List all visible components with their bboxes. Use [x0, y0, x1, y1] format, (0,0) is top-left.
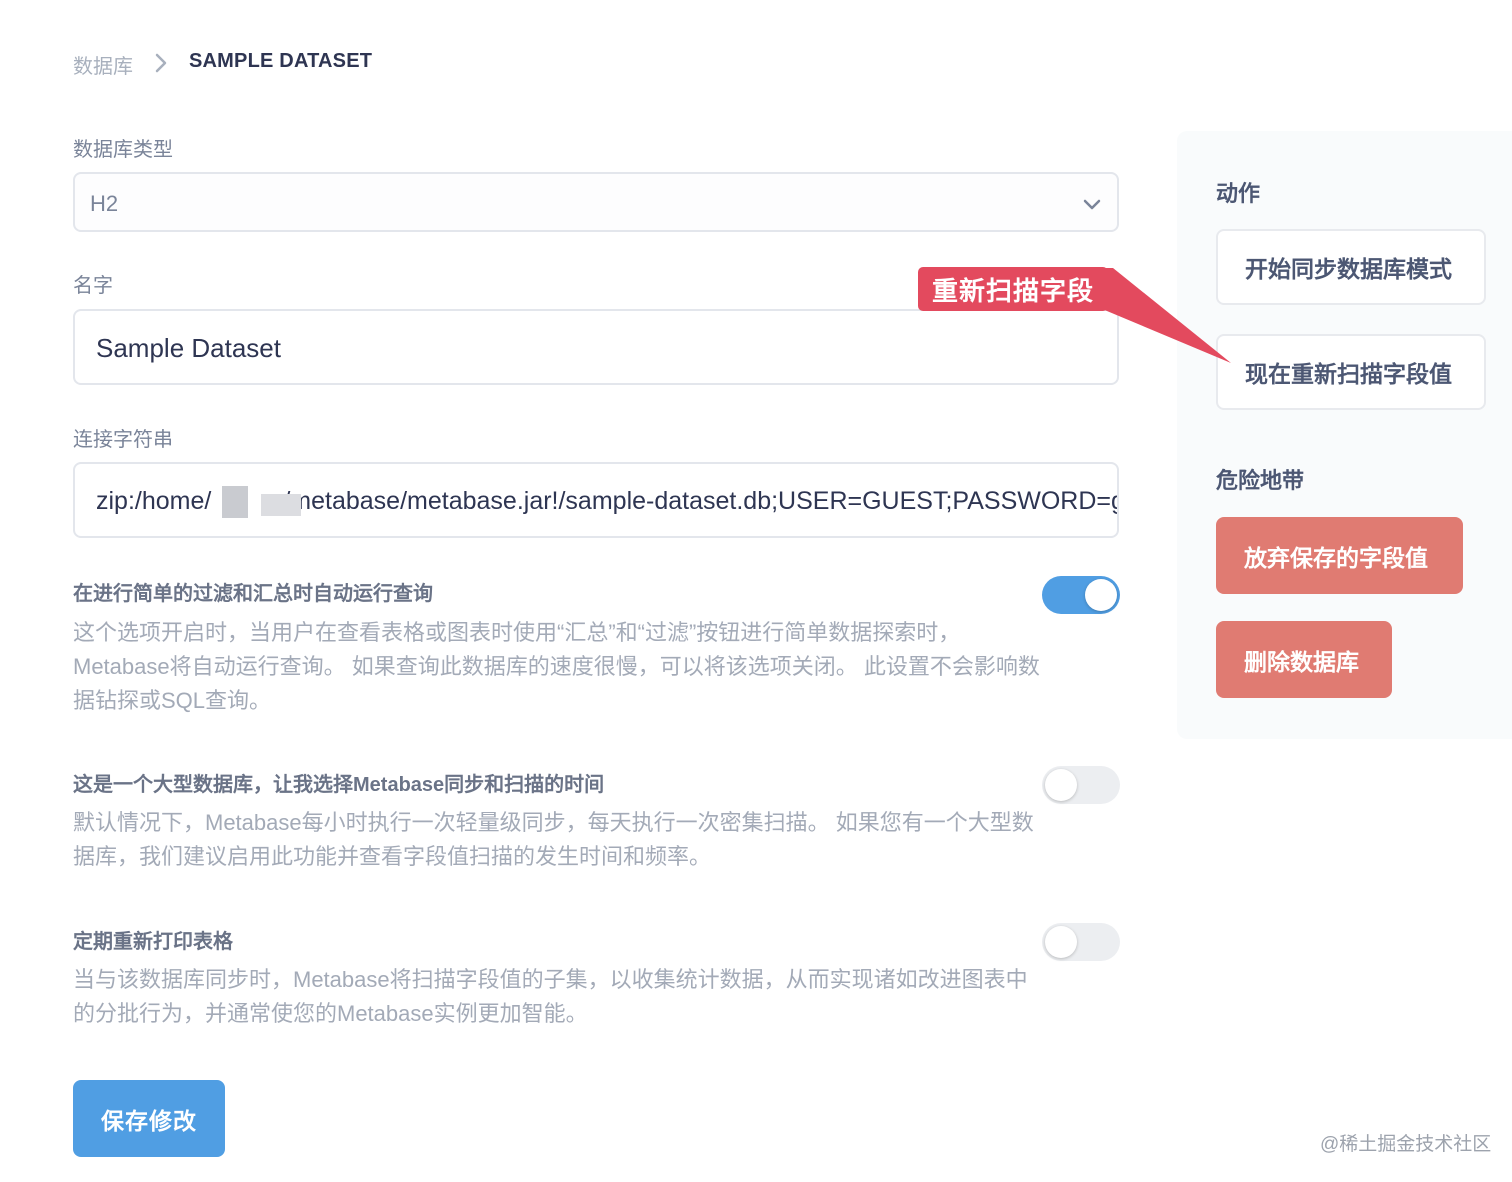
chevron-down-icon — [1083, 199, 1101, 210]
connection-string-label: 连接字符串 — [73, 429, 173, 451]
auto-run-queries-title: 在进行简单的过滤和汇总时自动运行查询 — [73, 583, 433, 605]
name-input[interactable]: Sample Dataset — [73, 309, 1119, 385]
annotation-arrow — [1095, 268, 1231, 363]
db-type-value: H2 — [90, 191, 119, 216]
rescan-tables-toggle[interactable] — [1042, 923, 1120, 961]
discard-field-values-button[interactable]: 放弃保存的字段值 — [1216, 517, 1463, 594]
save-changes-button[interactable]: 保存修改 — [73, 1080, 225, 1157]
annotation-label: 重新扫描字段 — [918, 267, 1109, 311]
danger-zone-title: 危险地带 — [1216, 468, 1305, 493]
name-label: 名字 — [73, 275, 113, 297]
chevron-right-icon — [155, 53, 167, 73]
breadcrumb-current: SAMPLE DATASET — [189, 50, 373, 72]
actions-title: 动作 — [1216, 181, 1261, 206]
rescan-tables-title: 定期重新打印表格 — [73, 931, 233, 953]
auto-run-queries-description: 这个选项开启时，当用户在查看表格或图表时使用“汇总”和“过滤”按钮进行简单数据探… — [73, 620, 1040, 713]
rescan-field-values-button[interactable]: 现在重新扫描字段值 — [1216, 334, 1486, 410]
connection-string-value: zip:/home//metabase/metabase.jar!/sample… — [96, 487, 1119, 515]
auto-run-queries-toggle[interactable] — [1042, 576, 1120, 614]
toggle-knob — [1045, 926, 1077, 958]
redacted-blur — [261, 494, 301, 516]
large-db-schedule-title: 这是一个大型数据库，让我选择Metabase同步和扫描的时间 — [73, 774, 605, 796]
toggle-knob — [1085, 579, 1117, 611]
large-db-schedule-description: 默认情况下，Metabase每小时执行一次轻量级同步，每天执行一次密集扫描。 如… — [73, 810, 1034, 869]
name-value: Sample Dataset — [96, 333, 281, 363]
watermark: @稀土掘金技术社区 — [1320, 1134, 1492, 1155]
db-type-label: 数据库类型 — [73, 139, 173, 161]
breadcrumb-databases-link[interactable]: 数据库 — [73, 50, 133, 79]
delete-database-button[interactable]: 删除数据库 — [1216, 621, 1392, 698]
redacted-blur — [222, 486, 248, 518]
large-db-schedule-toggle[interactable] — [1042, 766, 1120, 804]
sync-schema-button[interactable]: 开始同步数据库模式 — [1216, 229, 1486, 305]
connection-string-input[interactable]: zip:/home//metabase/metabase.jar!/sample… — [73, 462, 1119, 538]
db-type-select[interactable]: H2 — [73, 172, 1119, 232]
rescan-tables-description: 当与该数据库同步时，Metabase将扫描字段值的子集，以收集统计数据，从而实现… — [73, 967, 1028, 1026]
toggle-knob — [1045, 769, 1077, 801]
